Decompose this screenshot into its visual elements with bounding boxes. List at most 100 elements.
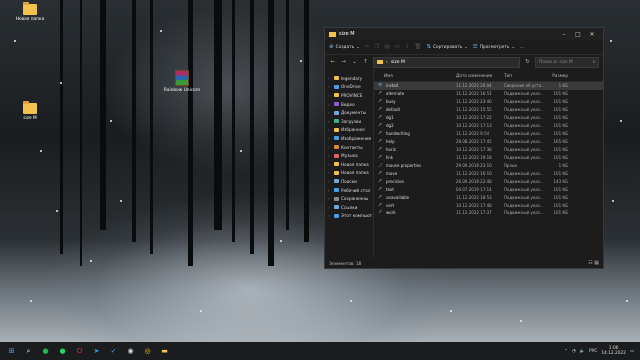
maximize-button[interactable]: □	[571, 31, 585, 38]
chevron-right-icon[interactable]: ›	[328, 110, 332, 115]
back-icon[interactable]: ←	[329, 59, 336, 65]
create-button[interactable]: ⊕ Создать ⌄	[329, 44, 360, 50]
view-toggle-icons[interactable]: ☷ ▦	[588, 260, 599, 266]
checkmark-app-icon[interactable]: ✓	[108, 346, 119, 357]
nav-item[interactable]: › Изображения	[325, 134, 373, 143]
column-header-date[interactable]: Дата изменения	[456, 73, 504, 78]
paste-icon[interactable]: ▤	[384, 44, 389, 50]
chevron-right-icon[interactable]: ›	[328, 145, 332, 150]
file-row[interactable]: ➚ precision 26.09.2018 22:48 Подвижный указ…	[374, 177, 603, 185]
file-row[interactable]: ➚ handwriting 11.12.2022 9:54 Подвижный ука…	[374, 130, 603, 138]
chevron-right-icon[interactable]: ›	[328, 84, 332, 89]
minimize-button[interactable]: –	[557, 31, 571, 38]
nav-item[interactable]: › Видео	[325, 100, 373, 109]
file-row[interactable]: ➚ help 28.08.2022 17:45 Подвижный указ... 16…	[374, 138, 603, 146]
file-row[interactable]: ➚ unavailable 11.12.2022 18:53 Подвижный ук…	[374, 193, 603, 201]
cursor-icon: ➚	[378, 202, 383, 208]
forward-icon[interactable]: →	[340, 59, 347, 65]
file-row[interactable]: ➚ work 11.12.2022 17:37 Подвижный указ... 10…	[374, 209, 603, 217]
search-box[interactable]: Поиск в: size M ⌕	[535, 56, 599, 68]
nav-item[interactable]: › Новая папка	[325, 169, 373, 178]
nav-item[interactable]: › Сохраненны	[325, 194, 373, 203]
file-row[interactable]: ➚ link 11.12.2022 19:18 Подвижный указ... 10…	[374, 153, 603, 161]
nav-item[interactable]: › Рабочий стол	[325, 186, 373, 195]
chevron-right-icon[interactable]: ›	[328, 188, 332, 193]
chevron-right-icon[interactable]: ›	[328, 205, 332, 210]
nav-item[interactable]: › OneDrive	[325, 83, 373, 92]
spotify-icon[interactable]: ●	[40, 346, 51, 357]
opera-icon[interactable]: O	[74, 346, 85, 357]
chevron-right-icon[interactable]: ›	[328, 136, 332, 141]
chevron-right-icon[interactable]: ›	[328, 179, 332, 184]
chevron-right-icon[interactable]: ›	[328, 153, 332, 158]
copy-icon[interactable]: ❐	[374, 44, 379, 50]
file-row[interactable]: ➚ dg1 10.12.2022 17:22 Подвижный указ... 101…	[374, 114, 603, 122]
chevron-right-icon[interactable]: ›	[328, 162, 332, 167]
steam-icon[interactable]: ◉	[125, 346, 136, 357]
nav-item[interactable]: › legendary	[325, 74, 373, 83]
nav-item[interactable]: › PROVINCE	[325, 91, 373, 100]
file-row[interactable]: ⤴ mouse properties 29.09.2018 23:10 Ярлык 1 …	[374, 161, 603, 169]
desktop-icon-new-folder[interactable]: Новая папка	[10, 2, 50, 22]
address-bar[interactable]: › size M	[373, 56, 520, 68]
navigation-pane[interactable]: › legendary › OneDrive › PROVINCE › Видео › Докум…	[325, 69, 374, 258]
column-header-size[interactable]: Размер	[544, 73, 568, 78]
tray-chevron-icon[interactable]: ⌃	[564, 349, 568, 354]
column-header-name[interactable]: Имя	[374, 73, 456, 78]
delete-icon[interactable]: 🗑	[414, 44, 421, 50]
nav-item[interactable]: › Избранное	[325, 126, 373, 135]
file-row[interactable]: ➚ vert 10.12.2022 17:48 Подвижный указ... 10…	[374, 201, 603, 209]
file-row[interactable]: ➚ alternate 11.12.2022 16:51 Подвижный указ…	[374, 90, 603, 98]
chevron-right-icon[interactable]: ›	[328, 170, 332, 175]
clock[interactable]: 1:06 14.12.2022	[601, 346, 626, 356]
nav-item[interactable]: › Ссылки	[325, 203, 373, 212]
up-icon[interactable]: ↑	[362, 59, 369, 65]
nav-item[interactable]: › Документы	[325, 108, 373, 117]
nav-item[interactable]: › Контакты	[325, 143, 373, 152]
rename-icon[interactable]: ▭	[395, 44, 400, 50]
start-icon[interactable]: ⊞	[6, 346, 17, 357]
file-row[interactable]: ➚ text 04.07.2019 17:14 Подвижный указ... 10…	[374, 185, 603, 193]
whatsapp-icon[interactable]: ●	[57, 346, 68, 357]
chevron-right-icon[interactable]: ›	[328, 93, 332, 98]
file-row[interactable]: ➚ dg2 10.12.2022 17:13 Подвижный указ... 101…	[374, 122, 603, 130]
telegram-icon[interactable]: ➤	[91, 346, 102, 357]
chevron-right-icon[interactable]: ›	[328, 127, 332, 132]
network-icon[interactable]: ◔	[572, 349, 576, 354]
volume-icon[interactable]: 🔈	[580, 349, 585, 354]
sort-button[interactable]: ⇅ Сортировать ⌄	[426, 44, 467, 50]
file-explorer-icon[interactable]: ▬	[159, 346, 170, 357]
nav-item[interactable]: › Поиски	[325, 177, 373, 186]
chevron-right-icon[interactable]: ›	[328, 196, 332, 201]
file-row[interactable]: ➚ busy 11.12.2022 23:40 Подвижный указ... 10…	[374, 98, 603, 106]
nav-item[interactable]: › Загрузки	[325, 117, 373, 126]
file-explorer-window[interactable]: size M – □ ✕ ⊕ Создать ⌄ ✂ ❐ ▤ ▭ ⇪ 🗑 ⇅ С…	[324, 27, 604, 269]
more-options-button[interactable]: …	[520, 45, 524, 50]
cut-icon[interactable]: ✂	[365, 44, 370, 50]
notifications-icon[interactable]: ▭	[630, 349, 634, 354]
desktop-icon-rainbow-unicorn[interactable]: Rainbow Unicorn	[162, 70, 202, 93]
chevron-right-icon[interactable]: ›	[328, 213, 332, 218]
desktop-icon-size-m[interactable]: size M	[10, 101, 50, 121]
recent-chevron-icon[interactable]: ⌄	[351, 59, 358, 65]
nav-item[interactable]: › Музыка	[325, 151, 373, 160]
file-row[interactable]: ➚ horiz 10.12.2022 17:38 Подвижный указ... 1…	[374, 146, 603, 154]
chevron-right-icon[interactable]: ›	[328, 102, 332, 107]
chevron-right-icon[interactable]: ›	[328, 119, 332, 124]
refresh-icon[interactable]: ↻	[524, 59, 531, 65]
close-button[interactable]: ✕	[585, 31, 599, 38]
title-bar[interactable]: size M – □ ✕	[325, 28, 603, 40]
file-row[interactable]: ⚙ install 11.12.2022 20:04 Сведения об уста…	[374, 82, 603, 90]
file-row[interactable]: ➚ move 11.12.2022 16:10 Подвижный указ... 10…	[374, 169, 603, 177]
chevron-right-icon[interactable]: ›	[328, 76, 332, 81]
nav-item[interactable]: › Новая папка	[325, 160, 373, 169]
file-row[interactable]: ➚ default 11.12.2022 15:55 Подвижный указ..…	[374, 106, 603, 114]
chrome-icon[interactable]: ◎	[142, 346, 153, 357]
nav-item[interactable]: › Этот компьют	[325, 212, 373, 221]
column-header-type[interactable]: Тип	[504, 73, 544, 78]
language-indicator[interactable]: РУС	[589, 349, 597, 354]
view-button[interactable]: ☰ Просмотреть ⌄	[473, 44, 515, 50]
search-icon[interactable]: ⌕	[23, 346, 34, 357]
share-icon[interactable]: ⇪	[405, 44, 410, 50]
file-list[interactable]: Имя Дата изменения Тип Размер ⚙ install 11…	[374, 69, 603, 258]
